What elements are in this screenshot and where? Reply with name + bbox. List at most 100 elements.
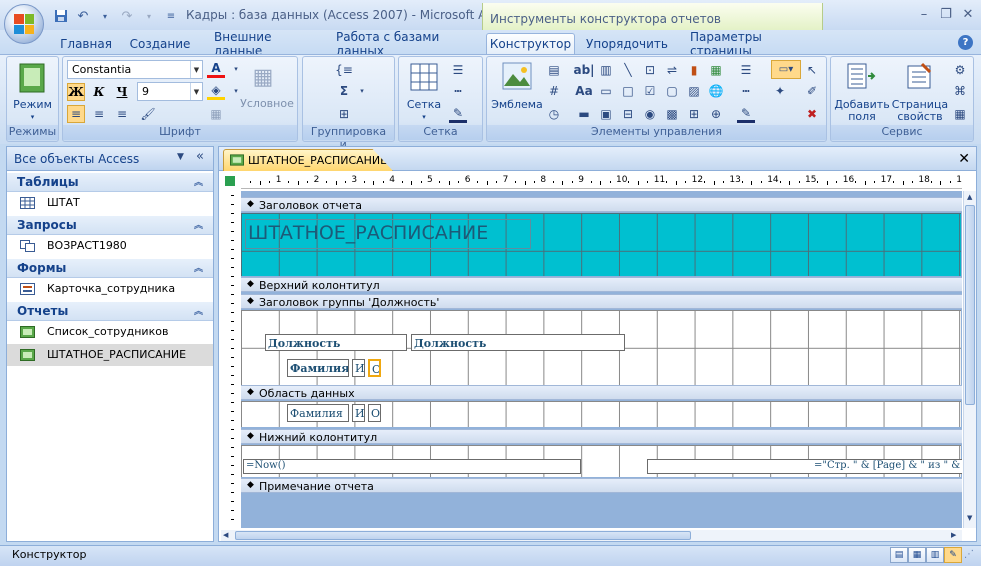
conditional-format-icon[interactable]: ▦ [249, 62, 277, 92]
horizontal-scrollbar[interactable]: ◀ ▶ [221, 530, 962, 541]
property-sheet-icon[interactable] [903, 61, 935, 91]
vertical-scrollbar[interactable]: ▲ ▼ [963, 191, 976, 528]
line-icon[interactable]: ╲ [619, 61, 637, 79]
tab-control-icon[interactable]: ⇌ [663, 61, 681, 79]
detail-field-i[interactable]: И [352, 404, 365, 422]
print-preview-icon[interactable]: ▦ [908, 547, 926, 563]
band-page-footer[interactable]: Нижний колонтитул [241, 429, 962, 444]
button-control-icon[interactable]: ▬ [575, 105, 593, 123]
redo-icon[interactable]: ↷ [118, 7, 136, 25]
bound-object-icon[interactable]: ▨ [685, 82, 703, 100]
underline-button[interactable]: Ч [113, 83, 131, 101]
section-detail[interactable] [241, 401, 961, 427]
hide-details-icon[interactable]: ⊞ [335, 105, 353, 123]
align-right-icon[interactable]: ≡ [113, 105, 131, 123]
align-left-icon[interactable]: ≡ [67, 105, 85, 123]
band-page-header[interactable]: Верхний колонтитул [241, 277, 962, 292]
nav-section-reports[interactable]: Отчеты ︽ [7, 302, 213, 321]
code-icon[interactable]: ⌘ [951, 82, 969, 100]
view-mode-dropdown-icon[interactable]: ▾ [7, 111, 58, 123]
collapse-chevron-icon[interactable]: ︽ [194, 175, 203, 188]
collapse-chevron-icon[interactable]: ︽ [194, 218, 203, 231]
detail-field-surname[interactable]: Фамилия [287, 404, 349, 422]
wizard-icon[interactable]: ✦ [771, 82, 789, 100]
nav-item-report[interactable]: Список_сотрудников [7, 321, 213, 343]
line-color-icon[interactable]: ✎ [449, 105, 467, 123]
align-center-icon[interactable]: ≡ [90, 105, 108, 123]
nav-section-queries[interactable]: Запросы ︽ [7, 216, 213, 235]
nav-menu-chevron-icon[interactable]: ▼ [177, 152, 184, 162]
footer-page-field[interactable]: ="Стр. " & [Page] & " из " & [Pa [647, 459, 962, 474]
design-view-icon[interactable]: ✎ [944, 547, 962, 563]
tab-design[interactable]: Конструктор [486, 33, 575, 54]
header-label-o-selected[interactable]: О [368, 359, 381, 377]
tab-page-setup[interactable]: Параметры страницы [684, 30, 814, 58]
textbox-icon[interactable]: ab| [573, 61, 594, 79]
tab-home[interactable]: Главная [58, 33, 114, 54]
help-icon[interactable]: ? [958, 35, 973, 50]
subreport-window-icon[interactable]: ▦ [951, 105, 969, 123]
collapse-chevron-icon[interactable]: ︽ [194, 261, 203, 274]
page-numbers-icon[interactable]: # [545, 82, 563, 100]
nav-section-forms[interactable]: Формы ︽ [7, 259, 213, 278]
add-fields-icon[interactable] [845, 61, 877, 91]
fill-color-icon[interactable]: ◈ [207, 82, 225, 100]
scroll-right-icon[interactable]: ▶ [951, 531, 956, 539]
list-icon[interactable]: ▥ [597, 61, 615, 79]
property-sheet-button[interactable]: Страница свойств [889, 99, 951, 123]
office-button[interactable] [4, 4, 44, 44]
group-label-dolzhnost[interactable]: Должность [265, 334, 407, 351]
gridlines-icon[interactable] [409, 62, 439, 92]
rectangle-icon[interactable]: □ [619, 82, 637, 100]
option-button-icon[interactable]: ◉ [641, 105, 659, 123]
tab-external-data[interactable]: Внешние данные [208, 30, 314, 58]
close-icon[interactable]: ✕ [958, 6, 978, 22]
subreport-icon[interactable]: ▦ [707, 61, 725, 79]
title-control-icon[interactable]: ▤ [545, 61, 563, 79]
insert-activex-icon[interactable]: ✖ [803, 105, 821, 123]
header-label-i[interactable]: И [352, 359, 365, 377]
image-icon[interactable]: ▩ [663, 105, 681, 123]
nav-item-form[interactable]: Карточка_сотрудника [7, 278, 213, 300]
maximize-icon[interactable]: ❐ [936, 6, 956, 22]
border-type-icon[interactable]: ┅ [737, 82, 755, 100]
tab-order-icon[interactable]: ⚙ [951, 61, 969, 79]
date-time-icon[interactable]: ◷ [545, 105, 563, 123]
totals-icon[interactable]: Σ [335, 82, 353, 100]
save-icon[interactable] [52, 7, 70, 25]
chevron-down-icon[interactable]: ▼ [190, 83, 202, 100]
object-frame-icon[interactable]: ▢ [663, 82, 681, 100]
nav-header[interactable]: Все объекты Access ▼ « [7, 147, 213, 171]
redo-dropdown-icon[interactable]: ▾ [140, 7, 158, 25]
report-view-icon[interactable]: ▤ [890, 547, 908, 563]
band-report-header[interactable]: Заголовок отчета [241, 197, 962, 212]
option-group-icon[interactable]: ▣ [597, 105, 615, 123]
hyperlink-icon[interactable]: 🌐 [707, 82, 725, 100]
font-name-combo[interactable]: Constantia ▼ [67, 60, 203, 79]
select-pointer-icon[interactable]: ↖ [803, 61, 821, 79]
line-type-icon[interactable]: ┅ [449, 82, 467, 100]
insert-object-icon[interactable]: ⊕ [707, 105, 725, 123]
alt-fill-icon[interactable]: ▦ [207, 105, 225, 123]
gridlines-button[interactable]: Сетка [403, 99, 445, 111]
detail-field-o[interactable]: О [368, 404, 381, 422]
chevron-down-icon[interactable]: ▼ [190, 61, 202, 78]
scroll-down-icon[interactable]: ▼ [967, 514, 972, 522]
combo-icon[interactable]: ▭ [597, 82, 615, 100]
scroll-left-icon[interactable]: ◀ [223, 531, 228, 539]
footer-now-field[interactable]: =Now() [243, 459, 581, 474]
view-mode-button[interactable]: Режим [7, 99, 58, 111]
chart-icon[interactable]: ▮ [685, 61, 703, 79]
document-tab[interactable]: ШТАТНОЕ_РАСПИСАНИЕ [223, 149, 393, 171]
attachment-icon[interactable]: ⊞ [685, 105, 703, 123]
label-icon[interactable]: Aa [575, 82, 593, 100]
tab-database-tools[interactable]: Работа с базами данных [330, 30, 472, 58]
minimize-icon[interactable]: – [914, 6, 934, 22]
view-mode-icon[interactable] [17, 61, 47, 95]
format-icon[interactable]: ✐ [803, 82, 821, 100]
report-selector[interactable] [223, 174, 239, 189]
control-picker-icon[interactable]: ▭▾ [771, 60, 801, 79]
nav-item-table[interactable]: ШТАТ [7, 192, 213, 214]
line-width-icon[interactable]: ☰ [449, 61, 467, 79]
toggle-icon[interactable]: ⊡ [641, 61, 659, 79]
